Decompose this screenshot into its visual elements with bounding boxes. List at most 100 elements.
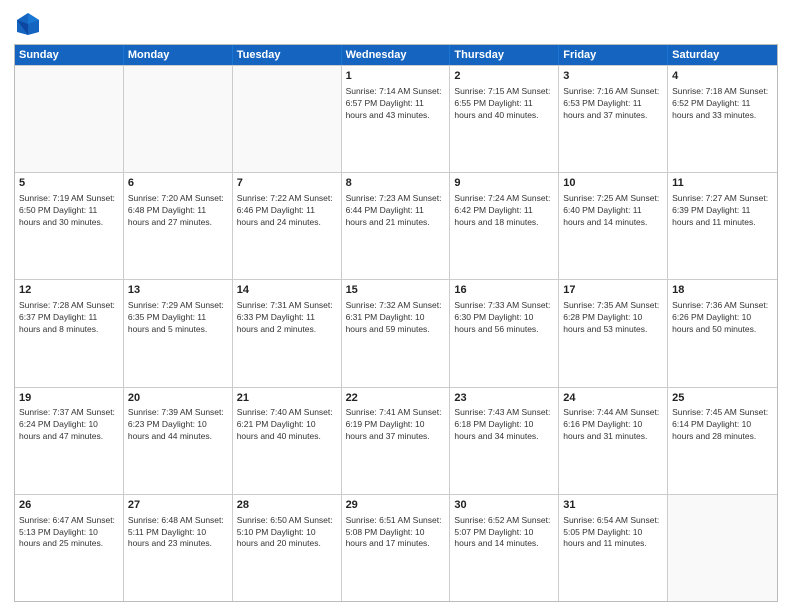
empty-cell — [124, 66, 233, 172]
day-number: 15 — [346, 283, 446, 298]
header-cell-tuesday: Tuesday — [233, 45, 342, 65]
day-number: 19 — [19, 391, 119, 406]
cell-info: Sunrise: 7:18 AM Sunset: 6:52 PM Dayligh… — [672, 86, 773, 122]
day-number: 27 — [128, 498, 228, 513]
calendar-row-4: 19Sunrise: 7:37 AM Sunset: 6:24 PM Dayli… — [15, 387, 777, 494]
cell-info: Sunrise: 7:22 AM Sunset: 6:46 PM Dayligh… — [237, 193, 337, 229]
day-number: 29 — [346, 498, 446, 513]
day-cell-6: 6 Sunrise: 7:20 AM Sunset: 6:48 PM Daylig… — [124, 173, 233, 279]
calendar-row-3: 12 Sunrise: 7:28 AM Sunset: 6:37 PM Dayli… — [15, 279, 777, 386]
logo-icon — [14, 10, 42, 38]
day-cell-20: 20Sunrise: 7:39 AM Sunset: 6:23 PM Dayli… — [124, 388, 233, 494]
day-cell-15: 15 Sunrise: 7:32 AM Sunset: 6:31 PM Dayli… — [342, 280, 451, 386]
cell-info: Sunrise: 7:36 AM Sunset: 6:26 PM Dayligh… — [672, 300, 773, 336]
header-cell-friday: Friday — [559, 45, 668, 65]
cell-info: Sunrise: 7:31 AM Sunset: 6:33 PM Dayligh… — [237, 300, 337, 336]
day-cell-12: 12 Sunrise: 7:28 AM Sunset: 6:37 PM Dayli… — [15, 280, 124, 386]
cell-info: Sunrise: 7:15 AM Sunset: 6:55 PM Dayligh… — [454, 86, 554, 122]
day-number: 3 — [563, 69, 663, 84]
day-number: 31 — [563, 498, 663, 513]
day-cell-29: 29 Sunrise: 6:51 AM Sunset: 5:08 PM Dayli… — [342, 495, 451, 601]
calendar-row-1: 1 Sunrise: 7:14 AM Sunset: 6:57 PM Daylig… — [15, 65, 777, 172]
day-cell-14: 14 Sunrise: 7:31 AM Sunset: 6:33 PM Dayli… — [233, 280, 342, 386]
cell-info: Sunrise: 7:43 AM Sunset: 6:18 PM Dayligh… — [454, 407, 554, 443]
calendar: SundayMondayTuesdayWednesdayThursdayFrid… — [14, 44, 778, 602]
header-cell-thursday: Thursday — [450, 45, 559, 65]
day-number: 23 — [454, 391, 554, 406]
day-number: 2 — [454, 69, 554, 84]
day-cell-24: 24Sunrise: 7:44 AM Sunset: 6:16 PM Dayli… — [559, 388, 668, 494]
day-number: 13 — [128, 283, 228, 298]
day-cell-23: 23Sunrise: 7:43 AM Sunset: 6:18 PM Dayli… — [450, 388, 559, 494]
logo — [14, 10, 46, 38]
day-cell-28: 28Sunrise: 6:50 AM Sunset: 5:10 PM Dayli… — [233, 495, 342, 601]
day-number: 16 — [454, 283, 554, 298]
header-cell-sunday: Sunday — [15, 45, 124, 65]
day-cell-16: 16 Sunrise: 7:33 AM Sunset: 6:30 PM Dayli… — [450, 280, 559, 386]
calendar-header-row: SundayMondayTuesdayWednesdayThursdayFrid… — [15, 45, 777, 65]
day-cell-17: 17 Sunrise: 7:35 AM Sunset: 6:28 PM Dayli… — [559, 280, 668, 386]
day-cell-2: 2 Sunrise: 7:15 AM Sunset: 6:55 PM Daylig… — [450, 66, 559, 172]
cell-info: Sunrise: 7:14 AM Sunset: 6:57 PM Dayligh… — [346, 86, 446, 122]
day-cell-31: 31Sunrise: 6:54 AM Sunset: 5:05 PM Dayli… — [559, 495, 668, 601]
day-cell-11: 11 Sunrise: 7:27 AM Sunset: 6:39 PM Dayli… — [668, 173, 777, 279]
day-cell-3: 3 Sunrise: 7:16 AM Sunset: 6:53 PM Daylig… — [559, 66, 668, 172]
cell-info: Sunrise: 6:48 AM Sunset: 5:11 PM Dayligh… — [128, 515, 228, 551]
day-number: 11 — [672, 176, 773, 191]
calendar-row-2: 5Sunrise: 7:19 AM Sunset: 6:50 PM Daylig… — [15, 172, 777, 279]
day-cell-30: 30 Sunrise: 6:52 AM Sunset: 5:07 PM Dayli… — [450, 495, 559, 601]
cell-info: Sunrise: 7:39 AM Sunset: 6:23 PM Dayligh… — [128, 407, 228, 443]
day-number: 28 — [237, 498, 337, 513]
calendar-row-5: 26Sunrise: 6:47 AM Sunset: 5:13 PM Dayli… — [15, 494, 777, 601]
day-cell-13: 13Sunrise: 7:29 AM Sunset: 6:35 PM Dayli… — [124, 280, 233, 386]
cell-info: Sunrise: 6:51 AM Sunset: 5:08 PM Dayligh… — [346, 515, 446, 551]
cell-info: Sunrise: 7:25 AM Sunset: 6:40 PM Dayligh… — [563, 193, 663, 229]
day-cell-8: 8Sunrise: 7:23 AM Sunset: 6:44 PM Daylig… — [342, 173, 451, 279]
day-cell-22: 22Sunrise: 7:41 AM Sunset: 6:19 PM Dayli… — [342, 388, 451, 494]
day-number: 6 — [128, 176, 228, 191]
empty-cell — [668, 495, 777, 601]
day-cell-10: 10 Sunrise: 7:25 AM Sunset: 6:40 PM Dayli… — [559, 173, 668, 279]
day-number: 1 — [346, 69, 446, 84]
header-cell-saturday: Saturday — [668, 45, 777, 65]
day-cell-18: 18 Sunrise: 7:36 AM Sunset: 6:26 PM Dayli… — [668, 280, 777, 386]
cell-info: Sunrise: 7:27 AM Sunset: 6:39 PM Dayligh… — [672, 193, 773, 229]
cell-info: Sunrise: 7:37 AM Sunset: 6:24 PM Dayligh… — [19, 407, 119, 443]
day-number: 14 — [237, 283, 337, 298]
day-number: 30 — [454, 498, 554, 513]
cell-info: Sunrise: 7:35 AM Sunset: 6:28 PM Dayligh… — [563, 300, 663, 336]
day-number: 25 — [672, 391, 773, 406]
cell-info: Sunrise: 7:41 AM Sunset: 6:19 PM Dayligh… — [346, 407, 446, 443]
cell-info: Sunrise: 7:44 AM Sunset: 6:16 PM Dayligh… — [563, 407, 663, 443]
cell-info: Sunrise: 7:16 AM Sunset: 6:53 PM Dayligh… — [563, 86, 663, 122]
day-cell-26: 26Sunrise: 6:47 AM Sunset: 5:13 PM Dayli… — [15, 495, 124, 601]
cell-info: Sunrise: 7:40 AM Sunset: 6:21 PM Dayligh… — [237, 407, 337, 443]
day-number: 22 — [346, 391, 446, 406]
day-number: 4 — [672, 69, 773, 84]
day-number: 10 — [563, 176, 663, 191]
day-number: 24 — [563, 391, 663, 406]
cell-info: Sunrise: 7:32 AM Sunset: 6:31 PM Dayligh… — [346, 300, 446, 336]
day-cell-25: 25Sunrise: 7:45 AM Sunset: 6:14 PM Dayli… — [668, 388, 777, 494]
cell-info: Sunrise: 7:28 AM Sunset: 6:37 PM Dayligh… — [19, 300, 119, 336]
day-number: 17 — [563, 283, 663, 298]
header-cell-monday: Monday — [124, 45, 233, 65]
day-cell-4: 4 Sunrise: 7:18 AM Sunset: 6:52 PM Daylig… — [668, 66, 777, 172]
day-number: 18 — [672, 283, 773, 298]
cell-info: Sunrise: 7:19 AM Sunset: 6:50 PM Dayligh… — [19, 193, 119, 229]
page: SundayMondayTuesdayWednesdayThursdayFrid… — [0, 0, 792, 612]
day-number: 8 — [346, 176, 446, 191]
day-cell-5: 5Sunrise: 7:19 AM Sunset: 6:50 PM Daylig… — [15, 173, 124, 279]
day-cell-9: 9Sunrise: 7:24 AM Sunset: 6:42 PM Daylig… — [450, 173, 559, 279]
cell-info: Sunrise: 7:20 AM Sunset: 6:48 PM Dayligh… — [128, 193, 228, 229]
empty-cell — [233, 66, 342, 172]
day-number: 21 — [237, 391, 337, 406]
day-cell-27: 27 Sunrise: 6:48 AM Sunset: 5:11 PM Dayli… — [124, 495, 233, 601]
day-number: 20 — [128, 391, 228, 406]
header-cell-wednesday: Wednesday — [342, 45, 451, 65]
day-cell-7: 7Sunrise: 7:22 AM Sunset: 6:46 PM Daylig… — [233, 173, 342, 279]
cell-info: Sunrise: 6:52 AM Sunset: 5:07 PM Dayligh… — [454, 515, 554, 551]
day-number: 12 — [19, 283, 119, 298]
day-cell-19: 19Sunrise: 7:37 AM Sunset: 6:24 PM Dayli… — [15, 388, 124, 494]
cell-info: Sunrise: 7:33 AM Sunset: 6:30 PM Dayligh… — [454, 300, 554, 336]
